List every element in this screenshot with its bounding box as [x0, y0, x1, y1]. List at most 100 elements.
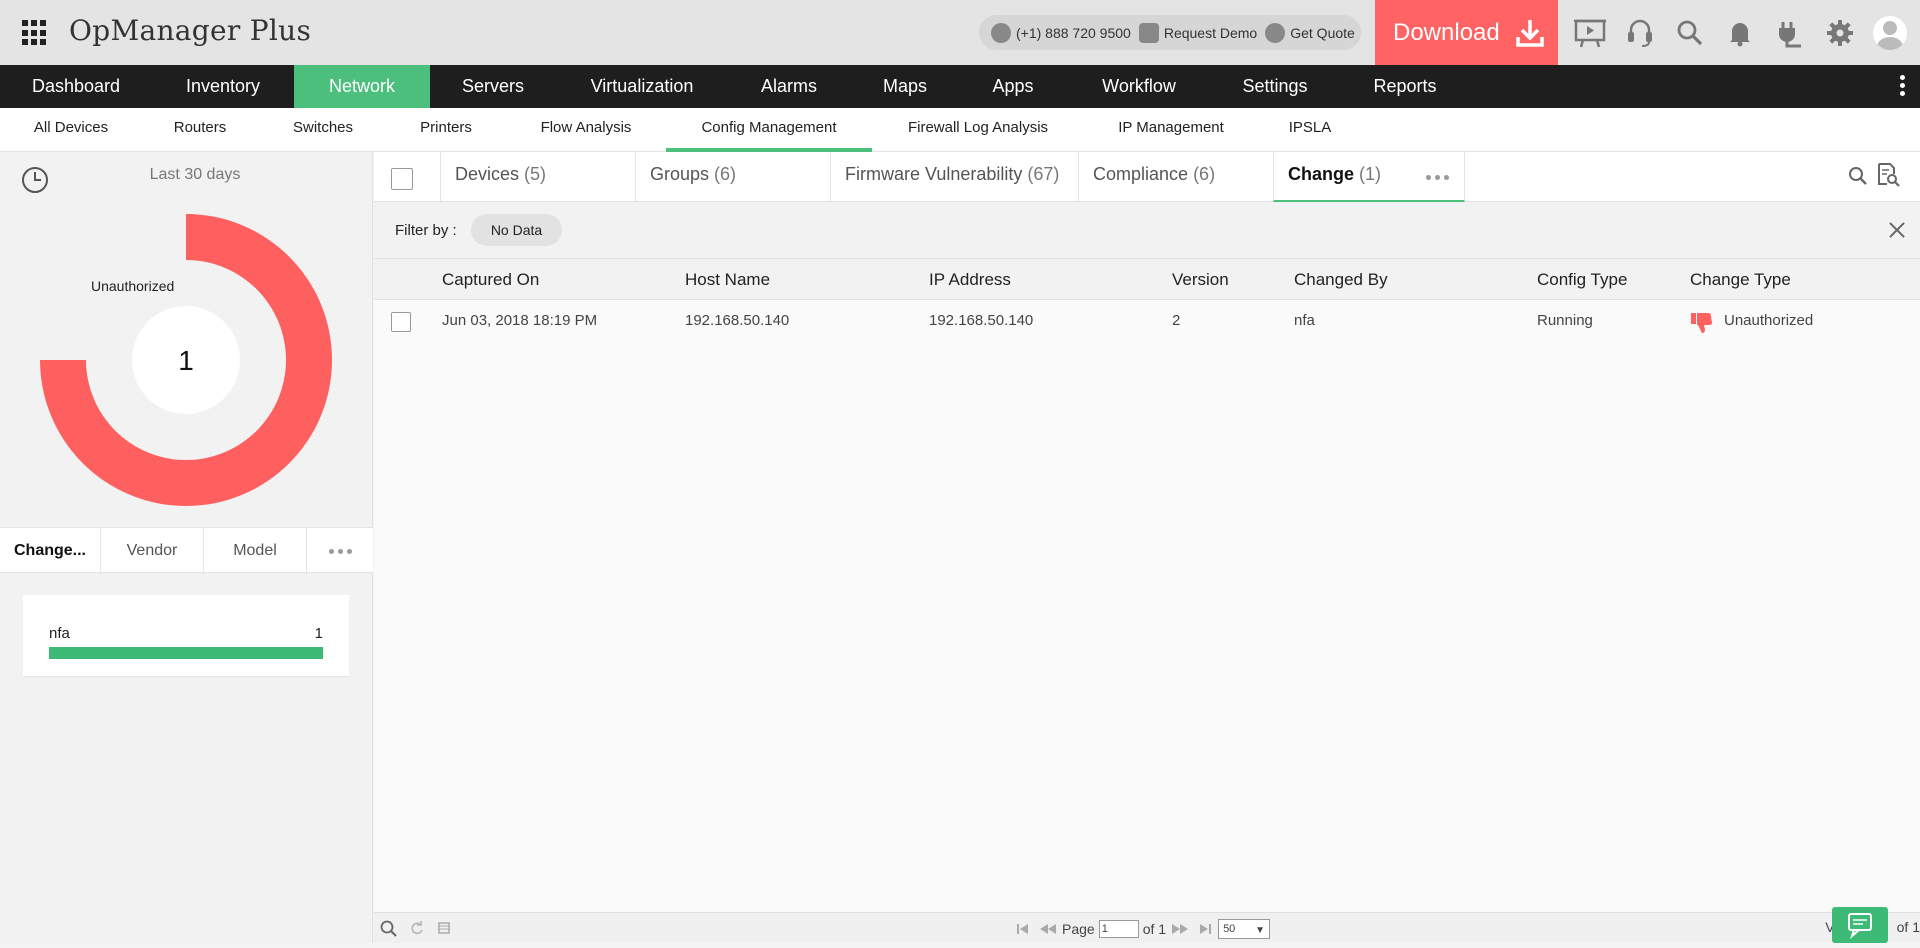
- subnav-ipsla[interactable]: IPSLA: [1270, 108, 1350, 152]
- contact-pill: (+1) 888 720 9500 Request Demo Get Quote: [979, 15, 1361, 50]
- column-version[interactable]: Version: [1172, 259, 1229, 300]
- subnav-ip-management[interactable]: IP Management: [1101, 108, 1241, 152]
- left-tab-model[interactable]: Model: [204, 528, 307, 574]
- main-content: Devices (5) Groups (6) Firmware Vulnerab…: [374, 152, 1920, 943]
- subnav-all-devices[interactable]: All Devices: [16, 108, 126, 152]
- cell-config-type: Running: [1537, 312, 1593, 329]
- column-change-type[interactable]: Change Type: [1690, 259, 1791, 300]
- tab-count: (6): [1193, 164, 1216, 184]
- plugin-icon[interactable]: [1765, 0, 1815, 65]
- column-config-type[interactable]: Config Type: [1537, 259, 1627, 300]
- support-headset-icon[interactable]: [1615, 0, 1665, 65]
- get-quote-link[interactable]: Get Quote: [1265, 22, 1355, 43]
- app-grid-icon[interactable]: [22, 20, 48, 46]
- download-button[interactable]: Download: [1375, 0, 1558, 65]
- request-demo-link[interactable]: Request Demo: [1138, 22, 1258, 43]
- column-captured-on[interactable]: Captured On: [442, 259, 539, 300]
- nav-settings[interactable]: Settings: [1212, 65, 1338, 108]
- left-panel-tabs: Change... Vendor Model: [0, 527, 373, 574]
- nav-reports[interactable]: Reports: [1338, 65, 1472, 108]
- subnav-firewall-log-analysis[interactable]: Firewall Log Analysis: [894, 108, 1062, 152]
- left-summary-panel: Last 30 days 1 Unauthorized Change... Ve…: [0, 152, 373, 943]
- nav-alarms[interactable]: Alarms: [728, 65, 850, 108]
- tab-firmware-vulnerability[interactable]: Firmware Vulnerability (67): [830, 152, 1078, 202]
- nav-apps[interactable]: Apps: [960, 65, 1066, 108]
- demo-icon: [1138, 22, 1159, 43]
- table-row[interactable]: Jun 03, 2018 18:19 PM 192.168.50.140 192…: [374, 300, 1920, 342]
- presentation-icon[interactable]: [1565, 0, 1615, 65]
- prev-page-icon[interactable]: [1038, 921, 1058, 937]
- tab-more-icon[interactable]: [1426, 175, 1449, 180]
- phone-link[interactable]: (+1) 888 720 9500: [991, 22, 1131, 43]
- tab-count: (1): [1359, 164, 1382, 184]
- subnav-flow-analysis[interactable]: Flow Analysis: [526, 108, 646, 152]
- notification-bell-icon[interactable]: [1715, 0, 1765, 65]
- tab-count: (6): [714, 164, 737, 184]
- nav-inventory[interactable]: Inventory: [152, 65, 294, 108]
- tab-label: Compliance: [1093, 164, 1189, 184]
- chat-icon: [1848, 913, 1872, 940]
- content-tabs: Devices (5) Groups (6) Firmware Vulnerab…: [374, 152, 1920, 202]
- clock-icon[interactable]: [22, 167, 48, 193]
- subnav-switches[interactable]: Switches: [273, 108, 373, 152]
- changed-by-bar[interactable]: [49, 647, 323, 659]
- cell-version: 2: [1172, 312, 1181, 329]
- nav-virtualization[interactable]: Virtualization: [556, 65, 728, 108]
- row-checkbox[interactable]: [391, 312, 411, 332]
- cell-ip-address: 192.168.50.140: [929, 312, 1034, 329]
- donut-slice-label: Unauthorized: [91, 278, 175, 294]
- chat-support-button[interactable]: [1832, 907, 1888, 943]
- column-changed-by[interactable]: Changed By: [1294, 259, 1388, 300]
- report-search-icon[interactable]: [1876, 162, 1900, 188]
- donut-chart: 1: [40, 214, 332, 506]
- page-total: of 1: [1142, 921, 1167, 937]
- subnav-config-management[interactable]: Config Management: [666, 108, 872, 152]
- nav-servers[interactable]: Servers: [430, 65, 556, 108]
- left-tab-more-icon[interactable]: [307, 528, 373, 574]
- phone-icon: [991, 22, 1011, 43]
- last-page-icon[interactable]: [1194, 921, 1214, 937]
- next-page-icon[interactable]: [1170, 921, 1190, 937]
- filter-bar: Filter by : No Data: [374, 202, 1920, 259]
- more-menu-icon[interactable]: [1900, 75, 1906, 99]
- settings-gear-icon[interactable]: [1815, 0, 1865, 65]
- footer-search-icon[interactable]: [380, 920, 398, 938]
- table-search-icon[interactable]: [1848, 166, 1868, 186]
- subnav-printers[interactable]: Printers: [396, 108, 496, 152]
- filter-chip[interactable]: No Data: [471, 214, 562, 246]
- page-number-input[interactable]: 1: [1098, 920, 1139, 938]
- page-size-select[interactable]: 50: [1218, 919, 1271, 940]
- left-tab-change[interactable]: Change...: [0, 528, 101, 574]
- page-label: Page: [1062, 921, 1095, 937]
- tab-compliance[interactable]: Compliance (6): [1078, 152, 1273, 202]
- cell-captured-on: Jun 03, 2018 18:19 PM: [442, 312, 598, 329]
- tab-devices[interactable]: Devices (5): [440, 152, 635, 202]
- nav-dashboard[interactable]: Dashboard: [0, 65, 152, 108]
- close-filter-icon[interactable]: [1888, 221, 1906, 239]
- filter-label: Filter by :: [395, 222, 457, 239]
- top-header: OpManager Plus (+1) 888 720 9500 Request…: [0, 0, 1920, 65]
- changed-by-name: nfa: [49, 625, 70, 642]
- search-icon[interactable]: [1665, 0, 1715, 65]
- dollar-icon: [1265, 22, 1286, 43]
- user-avatar[interactable]: [1865, 0, 1915, 65]
- select-all-checkbox[interactable]: [391, 168, 413, 190]
- nav-workflow[interactable]: Workflow: [1066, 65, 1212, 108]
- tab-count: (67): [1027, 164, 1060, 184]
- left-tab-vendor[interactable]: Vendor: [101, 528, 204, 574]
- changed-by-count: 1: [314, 625, 323, 642]
- pagination: Page 1 of 1 50: [1014, 919, 1271, 940]
- request-demo-label: Request Demo: [1163, 24, 1258, 41]
- donut-center-value: 1: [178, 345, 194, 376]
- columns-icon[interactable]: [438, 922, 450, 934]
- tab-groups[interactable]: Groups (6): [635, 152, 830, 202]
- nav-maps[interactable]: Maps: [850, 65, 960, 108]
- column-host-name[interactable]: Host Name: [685, 259, 770, 300]
- cell-host-name[interactable]: 192.168.50.140: [685, 300, 789, 342]
- refresh-icon[interactable]: [410, 920, 424, 936]
- subnav-routers[interactable]: Routers: [150, 108, 250, 152]
- header-icon-bar: [1565, 0, 1915, 65]
- column-ip-address[interactable]: IP Address: [929, 259, 1011, 300]
- first-page-icon[interactable]: [1014, 921, 1034, 937]
- nav-network[interactable]: Network: [294, 65, 430, 108]
